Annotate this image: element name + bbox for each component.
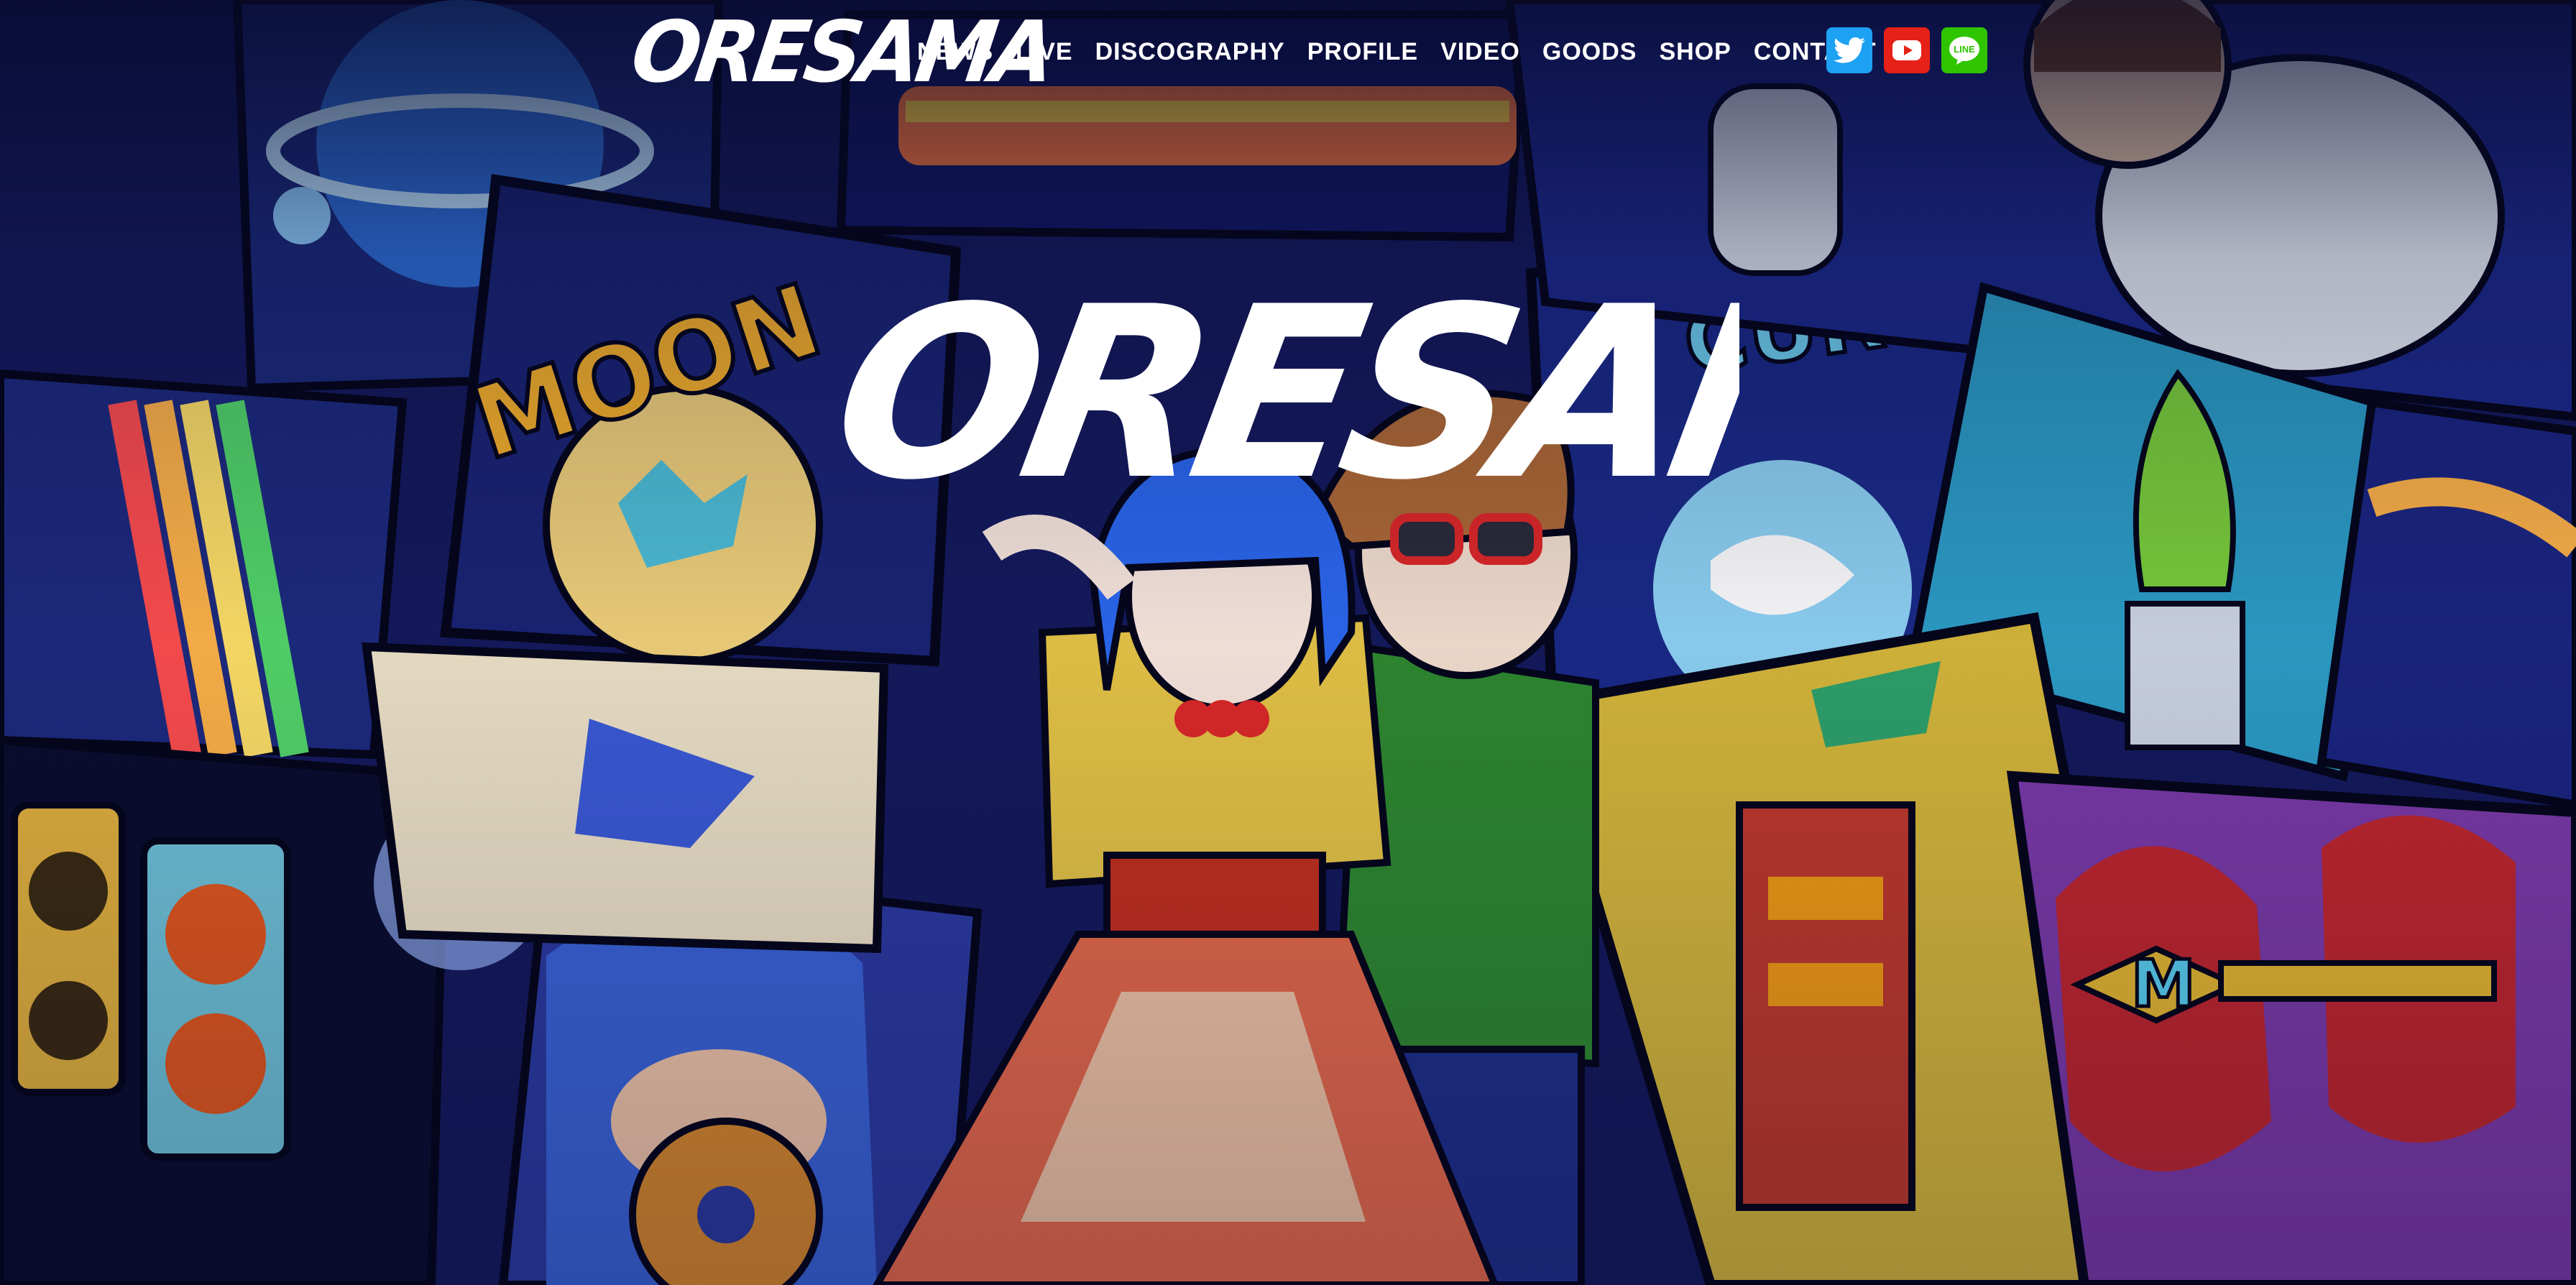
nav-item-news[interactable]: NEWS (917, 30, 993, 73)
site-header: ORESAMA NEWS LIVE DISCOGRAPHY PROFILE VI… (0, 0, 2576, 108)
panel-hands-key: M (2006, 770, 2576, 1285)
youtube-icon (1892, 40, 1921, 60)
nav-item-goods[interactable]: GOODS (1542, 30, 1637, 73)
hero-logo: ORESAMA (827, 266, 1739, 503)
nav-item-video[interactable]: VIDEO (1440, 30, 1520, 73)
key-letter: M (2131, 947, 2196, 1022)
twitter-link[interactable] (1826, 27, 1872, 73)
hero-logo-text: ORESAMA (827, 266, 1739, 503)
nav-item-discography[interactable]: DISCOGRAPHY (1095, 30, 1285, 73)
panel-heel (362, 642, 889, 954)
page: MOON M ORESAMA ORESAMA NEWS LIVE DISCOGR… (0, 0, 2576, 1285)
main-nav: NEWS LIVE DISCOGRAPHY PROFILE VIDEO GOOD… (917, 30, 1899, 73)
youtube-link[interactable] (1884, 27, 1930, 73)
line-icon: LINE (1949, 37, 1979, 65)
line-link[interactable]: LINE (1941, 27, 1987, 73)
nav-item-shop[interactable]: SHOP (1659, 30, 1731, 73)
nav-item-profile[interactable]: PROFILE (1307, 30, 1418, 73)
hero-illustration: MOON M (0, 0, 2576, 1285)
line-icon-text: LINE (1954, 44, 1975, 55)
nav-item-live[interactable]: LIVE (1016, 30, 1073, 73)
panel-train-right (2317, 397, 2576, 810)
panel-left-rainbow (0, 369, 408, 760)
twitter-icon (1834, 37, 1865, 63)
